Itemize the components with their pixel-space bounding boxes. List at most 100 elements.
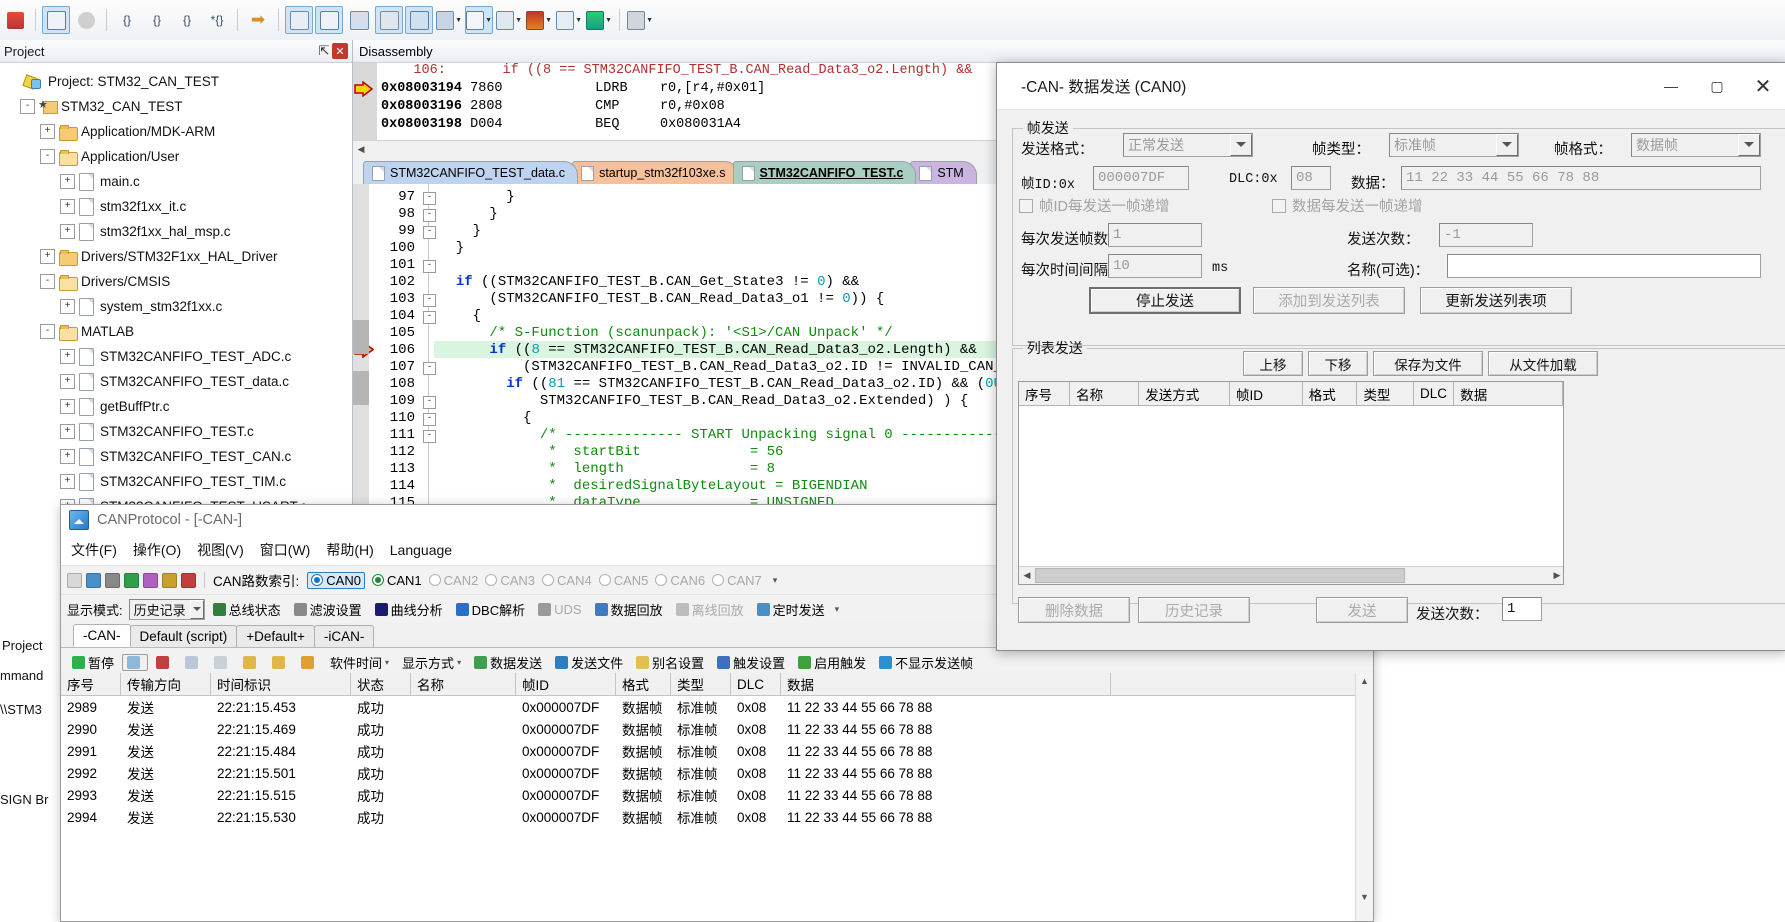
tree-item[interactable]: + STM32CANFIFO_TEST.c <box>2 419 352 444</box>
tree-item[interactable]: + main.c <box>2 169 352 194</box>
toolbar-icon-5[interactable] <box>162 572 177 588</box>
send-count-input[interactable]: -1 <box>1439 223 1533 247</box>
chevron-down-icon[interactable] <box>1230 134 1252 156</box>
view-tool-icon-1[interactable] <box>122 653 149 671</box>
tree-expander[interactable]: + <box>60 374 75 389</box>
frames-per-send-input[interactable]: 1 <box>1108 223 1202 247</box>
chevron-down-icon[interactable] <box>189 599 204 619</box>
message-grid-rows[interactable]: 2989 发送 22:21:15.453 成功 0x000007DF 数据帧 标准帧 0x08… <box>61 696 1373 828</box>
fold-toggle[interactable]: - <box>423 260 436 273</box>
table-row[interactable]: 2993 发送 22:21:15.515 成功 0x000007DF 数据帧 标准帧 0x08… <box>61 784 1373 806</box>
tree-item[interactable]: + getBuffPtr.c <box>2 394 352 419</box>
send-list-column-header[interactable]: 名称 <box>1070 382 1140 405</box>
view-tool-icon-4[interactable] <box>209 654 235 671</box>
view-tool-icon-2[interactable] <box>151 654 177 671</box>
grid-column-header[interactable]: 帧ID <box>516 673 616 695</box>
serial-window-icon[interactable]: ▼ <box>495 6 523 34</box>
tree-item[interactable]: + Drivers/STM32F1xx_HAL_Driver <box>2 244 352 269</box>
minimize-icon[interactable]: — <box>1648 71 1694 101</box>
symbols-window-icon[interactable] <box>345 6 373 34</box>
fold-toggle[interactable]: - <box>423 192 436 205</box>
tree-item[interactable]: + stm32f1xx_it.c <box>2 194 352 219</box>
scroll-left-icon[interactable]: ◀ <box>353 142 369 157</box>
view-tool-别名设置[interactable]: 别名设置 <box>631 651 709 674</box>
toolbar-icon-3[interactable] <box>124 572 139 588</box>
table-row[interactable]: 2990 发送 22:21:15.469 成功 0x000007DF 数据帧 标准帧 0x08… <box>61 718 1373 740</box>
tree-item[interactable]: - STM32_CAN_TEST <box>2 94 352 119</box>
frame-format-select[interactable]: 数据帧 <box>1631 133 1761 157</box>
fold-toggle[interactable]: - <box>423 430 436 443</box>
send-list-column-header[interactable]: 格式 <box>1303 382 1358 405</box>
checkbox-box[interactable] <box>1272 198 1286 213</box>
fold-toggle[interactable]: - <box>423 311 436 324</box>
send-list-table[interactable]: 序号 名称 发送方式 帧ID 格式 类型 DLC 数据 ◀ ▶ <box>1018 381 1564 585</box>
view-tool-触发设置[interactable]: 触发设置 <box>712 651 790 674</box>
editor-tab[interactable]: startup_stm32f103xe.s <box>572 161 739 184</box>
maximize-icon[interactable]: ▢ <box>1694 71 1740 101</box>
tree-expander[interactable]: + <box>60 199 75 214</box>
frame-id-increment-checkbox[interactable]: 帧ID每发送一帧递增 <box>1019 195 1170 216</box>
tree-item[interactable]: + STM32CANFIFO_TEST_data.c <box>2 369 352 394</box>
channel-radio-can3[interactable]: CAN3 <box>485 573 535 588</box>
pin-icon[interactable]: ⇱ <box>316 43 332 59</box>
channel-radio-can6[interactable]: CAN6 <box>655 573 705 588</box>
tree-expander[interactable]: + <box>60 424 75 439</box>
view-tool-icon-5[interactable] <box>238 654 264 671</box>
channel-radio-can4[interactable]: CAN4 <box>542 573 592 588</box>
view-tool-软件时间[interactable]: 软件时间 ▾ <box>325 651 394 674</box>
tree-item[interactable]: - MATLAB <box>2 319 352 344</box>
tree-item[interactable]: - Drivers/CMSIS <box>2 269 352 294</box>
name-input[interactable] <box>1447 254 1761 278</box>
tree-expander[interactable]: + <box>60 174 75 189</box>
menu-item[interactable]: 窗口(W) <box>260 540 311 560</box>
editor-tab[interactable]: STM32CANFIFO_TEST_data.c <box>363 161 579 184</box>
menu-item[interactable]: 文件(F) <box>71 540 117 560</box>
fold-toggle[interactable]: - <box>423 294 436 307</box>
channel-radio-can0[interactable]: CAN0 <box>307 571 365 589</box>
fold-toggle[interactable]: - <box>423 226 436 239</box>
call-stack-icon[interactable] <box>405 6 433 34</box>
fold-toggle[interactable]: - <box>423 396 436 409</box>
radio-button[interactable] <box>311 574 324 586</box>
tree-item[interactable]: - Application/User <box>2 144 352 169</box>
save-to-file-button[interactable]: 保存为文件 <box>1373 351 1483 376</box>
overflow-chevron-icon[interactable]: ▾ <box>835 604 840 615</box>
chevron-down-icon[interactable]: ▾ <box>457 658 461 667</box>
view-tool-数据发送[interactable]: 数据发送 <box>469 651 547 674</box>
send-list-column-header[interactable]: DLC <box>1414 382 1455 405</box>
tree-expander[interactable]: + <box>40 249 55 264</box>
display-mode-select[interactable]: 历史记录 <box>128 598 205 620</box>
show-next-statement-icon[interactable]: ➡ <box>244 6 272 34</box>
tree-item[interactable]: + stm32f1xx_hal_msp.c <box>2 219 352 244</box>
grid-column-header[interactable]: 格式 <box>616 673 671 695</box>
radio-button[interactable] <box>542 574 555 586</box>
radio-button[interactable] <box>655 574 668 586</box>
overflow-chevron-icon[interactable]: ▾ <box>773 575 778 586</box>
frame-type-select[interactable]: 标准帧 <box>1389 133 1519 157</box>
table-row[interactable]: 2994 发送 22:21:15.530 成功 0x000007DF 数据帧 标准帧 0x08… <box>61 806 1373 828</box>
radio-button[interactable] <box>598 574 611 586</box>
scroll-left-icon[interactable]: ◀ <box>1019 568 1035 583</box>
grid-column-header[interactable]: 类型 <box>671 673 731 695</box>
tree-item[interactable]: + STM32CANFIFO_TEST_ADC.c <box>2 344 352 369</box>
tree-expander[interactable]: - <box>40 274 55 289</box>
fold-toggle[interactable]: - <box>423 209 436 222</box>
tree-expander[interactable]: + <box>60 224 75 239</box>
step-over-icon[interactable]: {} <box>143 6 171 34</box>
table-row[interactable]: 2989 发送 22:21:15.453 成功 0x000007DF 数据帧 标准帧 0x08… <box>61 696 1373 718</box>
menu-item[interactable]: 视图(V) <box>197 540 244 560</box>
menu-item[interactable]: 操作(O) <box>133 540 181 560</box>
data-increment-checkbox[interactable]: 数据每发送一帧递增 <box>1272 195 1423 216</box>
add-to-list-button[interactable]: 添加到发送列表 <box>1253 287 1405 314</box>
tree-expander[interactable]: - <box>40 149 55 164</box>
move-down-button[interactable]: 下移 <box>1308 351 1368 376</box>
radio-button[interactable] <box>712 574 725 586</box>
dlc-input[interactable]: 08 <box>1291 166 1331 190</box>
send-list-column-header[interactable]: 数据 <box>1454 382 1563 405</box>
view-tool-icon-3[interactable] <box>180 654 206 671</box>
tree-expander[interactable]: + <box>40 124 55 139</box>
stop-send-button[interactable]: 停止发送 <box>1089 287 1241 314</box>
tree-expander[interactable]: + <box>60 349 75 364</box>
radio-button[interactable] <box>485 574 498 586</box>
step-icon[interactable]: {} <box>113 6 141 34</box>
